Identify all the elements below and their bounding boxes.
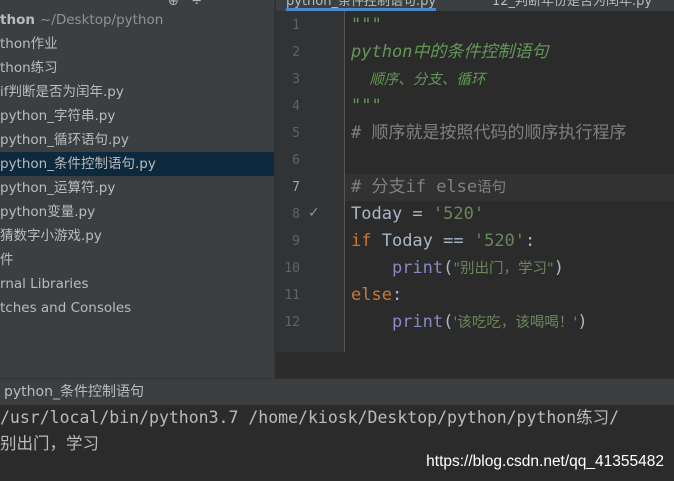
line-number-gutter: 1 2 3 4 5 6 7 8 9 10 11 12 xyxy=(276,11,344,352)
comment: # 分支 xyxy=(351,177,406,197)
tree-root-path: ~/Desktop/python xyxy=(40,12,164,28)
tree-item-folder-practice[interactable]: thon练习 xyxy=(0,56,274,80)
line-number: 1 xyxy=(292,18,300,33)
punctuation: ( xyxy=(443,258,454,278)
operator: = xyxy=(402,204,433,224)
tree-item-label: if判断是否为闰年.py xyxy=(0,84,124,100)
tree-item-scratches[interactable]: tches and Consoles xyxy=(0,296,274,320)
string-literal: "别出门，学习" xyxy=(453,261,554,277)
punctuation: : xyxy=(391,285,403,305)
code-line-11: else: xyxy=(351,282,402,309)
watermark-url: https://blog.csdn.net/qq_41355482 xyxy=(426,453,664,470)
punctuation: ) xyxy=(553,258,564,278)
tree-item-label: 件 xyxy=(0,252,14,268)
line-number: 8 xyxy=(292,207,300,222)
tab-leap-year[interactable]: 12_判断年份是否为闰年.py xyxy=(492,0,652,11)
tree-item-label: thon作业 xyxy=(0,36,58,52)
code-line-10: print("别出门，学习") xyxy=(351,255,564,282)
line-number: 5 xyxy=(292,126,300,141)
project-tool-window: ⊕ ÷ thon ~/Desktop/python thon作业 thon练习 … xyxy=(0,0,274,378)
line-number: 11 xyxy=(284,288,300,303)
tab-label: 12_判断年份是否为闰年.py xyxy=(492,0,653,9)
tree-item-label: thon练习 xyxy=(0,60,58,76)
string-literal: '520' xyxy=(473,231,526,251)
editor-tabs: python_条件控制语句.py 12_判断年份是否为闰年.py xyxy=(276,0,674,11)
line-number: 10 xyxy=(284,261,300,276)
code-line-2: python中的条件控制语句 xyxy=(351,39,548,66)
tree-item-file[interactable]: python_运算符.py xyxy=(0,176,274,200)
line-number: 6 xyxy=(292,153,300,168)
tree-item-file[interactable]: if判断是否为闰年.py xyxy=(0,80,274,104)
line-number: 4 xyxy=(292,99,300,114)
punctuation: ( xyxy=(443,312,454,332)
tree-item-external-libraries[interactable]: rnal Libraries xyxy=(0,272,274,296)
tab-conditional-statement[interactable]: python_条件控制语句.py xyxy=(286,0,437,11)
line-number: 12 xyxy=(284,315,300,330)
docstring-text: python中的条件控制语句 xyxy=(351,42,549,62)
run-tab-title[interactable]: python_条件控制语句 xyxy=(4,379,144,406)
code-line-5: # 顺序就是按照代码的顺序执行程序 xyxy=(351,120,626,147)
code-editor: python_条件控制语句.py 12_判断年份是否为闰年.py 1 2 3 4… xyxy=(276,0,674,378)
tree-item-label: 猜数字小游戏.py xyxy=(0,228,102,244)
tree-item-file[interactable]: python_字符串.py xyxy=(0,104,274,128)
console-command-line: /usr/local/bin/python3.7 /home/kiosk/Des… xyxy=(0,408,620,427)
tree-item-file[interactable]: python_循环语句.py xyxy=(0,128,274,152)
tab-label: python_条件控制语句.py xyxy=(286,0,437,9)
code-line-1: """ xyxy=(351,12,382,39)
tree-item-file[interactable]: 件 xyxy=(0,248,274,272)
line-number: 3 xyxy=(292,72,300,87)
tree-item-folder-homework[interactable]: thon作业 xyxy=(0,32,274,56)
code-line-12: print('该吃吃，该喝喝！') xyxy=(351,309,588,336)
expression: Today == xyxy=(371,231,474,251)
tree-item-label: python_循环语句.py xyxy=(0,132,129,148)
tree-item-label: python_运算符.py xyxy=(0,180,116,196)
tree-item-file-selected[interactable]: python_条件控制语句.py xyxy=(0,152,274,176)
docstring-quote: """ xyxy=(351,15,382,35)
string-literal: '该吃吃，该喝喝！' xyxy=(453,315,578,331)
tree-item-label: rnal Libraries xyxy=(0,276,89,292)
tree-item-label: python_字符串.py xyxy=(0,108,116,124)
builtin-function: print xyxy=(391,258,444,278)
line-number: 2 xyxy=(292,45,300,60)
tree-root[interactable]: thon ~/Desktop/python xyxy=(0,8,274,32)
keyword: if xyxy=(351,231,372,251)
punctuation: : xyxy=(525,231,536,251)
line-number: 9 xyxy=(292,234,300,249)
code-line-3: 顺序、分支、循环 xyxy=(351,66,485,93)
line-number-current: 7 xyxy=(292,180,300,195)
console-output-line: 别出门，学习 xyxy=(0,434,99,453)
comment: # 顺序就是按照代码的顺序执行程序 xyxy=(351,123,627,143)
identifier: Today xyxy=(351,204,403,224)
tree-item-label: tches and Consoles xyxy=(0,300,132,316)
docstring-quote: """ xyxy=(351,96,382,116)
code-line-9: if Today == '520': xyxy=(351,228,535,255)
docstring-text: 顺序、分支、循环 xyxy=(351,72,486,88)
tree-item-file[interactable]: 猜数字小游戏.py xyxy=(0,224,274,248)
editor-empty-area xyxy=(276,352,674,378)
punctuation: ) xyxy=(577,312,588,332)
code-line-4: """ xyxy=(351,93,382,120)
comment-keyword: if else xyxy=(405,177,478,197)
tree-item-label: python变量.py xyxy=(0,204,96,220)
code-line-7: # 分支if else语句 xyxy=(351,174,506,201)
keyword: else xyxy=(351,285,392,305)
comment: 语句 xyxy=(477,180,507,196)
tree-item-file[interactable]: python变量.py xyxy=(0,200,274,224)
checkmark-icon: ✓ xyxy=(308,205,320,221)
code-line-8: Today = '520' xyxy=(351,201,484,228)
builtin-function: print xyxy=(391,312,444,332)
tree-item-label: python_条件控制语句.py xyxy=(0,156,156,172)
tree-root-name: thon xyxy=(0,12,35,28)
string-literal: '520' xyxy=(432,204,485,224)
run-panel-header: python_条件控制语句 xyxy=(0,378,674,405)
